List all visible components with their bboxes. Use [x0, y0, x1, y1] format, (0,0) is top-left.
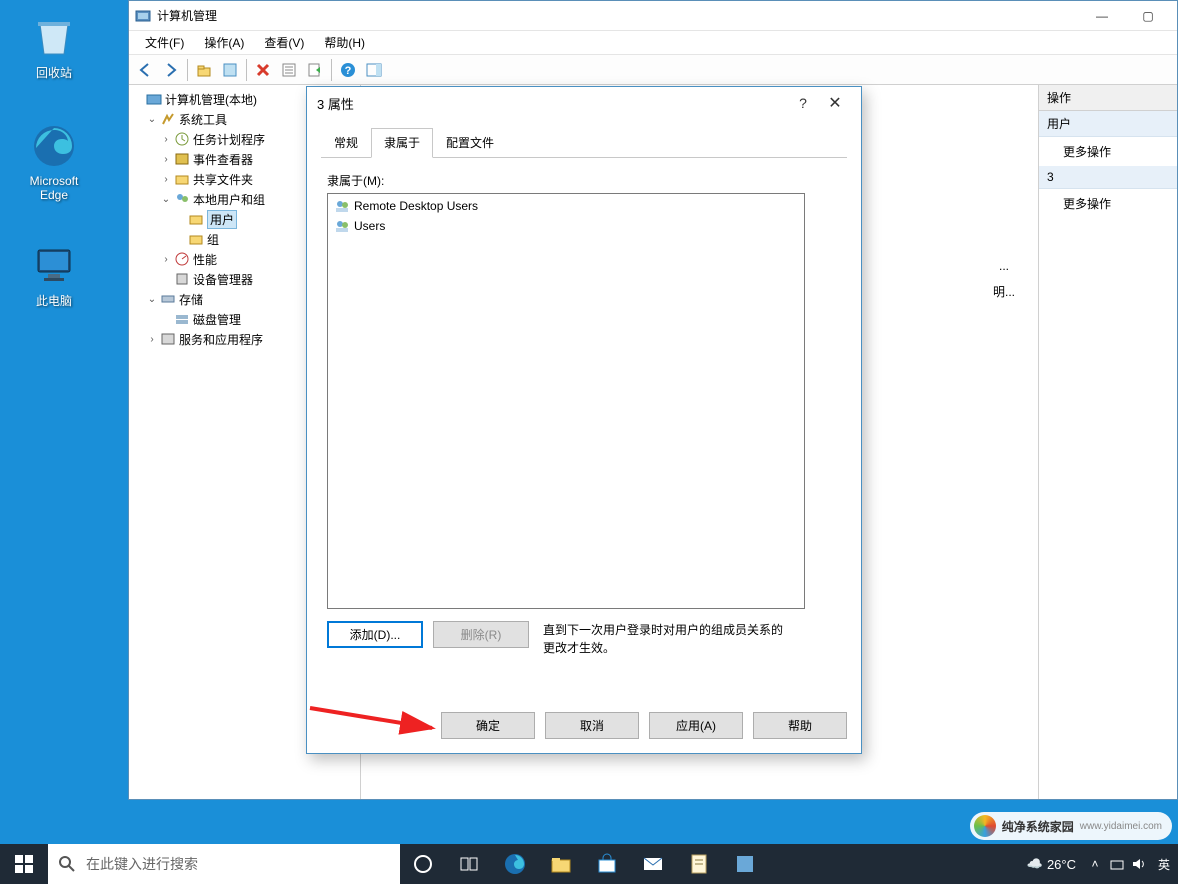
- taskbar-cortana[interactable]: [400, 844, 446, 884]
- tab-general[interactable]: 常规: [321, 128, 371, 158]
- taskbar-taskview[interactable]: [446, 844, 492, 884]
- tab-member-of[interactable]: 隶属于: [371, 128, 433, 158]
- dialog-help-button[interactable]: ?: [787, 95, 819, 111]
- list-item-label: Remote Desktop Users: [354, 199, 478, 213]
- taskbar-mail[interactable]: [630, 844, 676, 884]
- desktop-recycle-bin[interactable]: 回收站: [14, 12, 94, 81]
- menu-view[interactable]: 查看(V): [254, 32, 314, 53]
- recycle-bin-icon: [30, 12, 78, 60]
- svg-text:?: ?: [345, 65, 352, 77]
- taskbar-search[interactable]: 在此键入进行搜索: [48, 844, 400, 884]
- actions-more-1[interactable]: 更多操作: [1039, 137, 1177, 166]
- menu-file[interactable]: 文件(F): [135, 32, 194, 53]
- actions-header: 操作: [1039, 85, 1177, 111]
- start-button[interactable]: [0, 844, 48, 884]
- list-item[interactable]: Remote Desktop Users: [330, 196, 802, 216]
- mmc-title: 计算机管理: [157, 7, 1079, 24]
- monitor-icon: [30, 240, 78, 288]
- tab-profile[interactable]: 配置文件: [433, 128, 507, 158]
- toolbar-delete[interactable]: [251, 58, 275, 82]
- minimize-button[interactable]: —: [1079, 1, 1125, 31]
- desktop-label: 回收站: [14, 64, 94, 81]
- taskbar-explorer[interactable]: [538, 844, 584, 884]
- mmc-toolbar: ?: [129, 55, 1177, 85]
- apply-button[interactable]: 应用(A): [649, 712, 743, 739]
- toolbar-show-actions[interactable]: [362, 58, 386, 82]
- mmc-app-icon: [135, 8, 151, 24]
- search-icon: [58, 855, 76, 873]
- taskbar: 在此键入进行搜索 ☁️ 26°C ˄ 英: [0, 844, 1178, 884]
- watermark-url: www.yidaimei.com: [1080, 821, 1162, 832]
- clipped-text: ...: [999, 259, 1009, 273]
- toolbar-refresh-icon[interactable]: [277, 58, 301, 82]
- weather-icon: ☁️: [1027, 856, 1043, 872]
- mmc-actions-pane: 操作 用户 更多操作 3 更多操作: [1039, 85, 1177, 799]
- watermark-badge: 纯净系统家园 www.yidaimei.com: [970, 812, 1172, 840]
- watermark-name: 纯净系统家园: [1002, 818, 1074, 835]
- edge-icon: [30, 122, 78, 170]
- cancel-button[interactable]: 取消: [545, 712, 639, 739]
- ok-button[interactable]: 确定: [441, 712, 535, 739]
- tray-chevron-up-icon[interactable]: ˄: [1084, 844, 1106, 884]
- taskbar-edge[interactable]: [492, 844, 538, 884]
- properties-dialog: 3 属性 ? ✕ 常规 隶属于 配置文件 隶属于(M): Remote Desk…: [306, 86, 862, 754]
- toolbar-export-icon[interactable]: [303, 58, 327, 82]
- menu-help[interactable]: 帮助(H): [314, 32, 375, 53]
- tray-volume-icon[interactable]: [1128, 844, 1150, 884]
- tray-network-icon[interactable]: [1106, 844, 1128, 884]
- dialog-close-button[interactable]: ✕: [819, 93, 851, 113]
- dialog-titlebar[interactable]: 3 属性 ? ✕: [307, 87, 861, 119]
- desktop-this-pc[interactable]: 此电脑: [14, 240, 94, 309]
- menu-action[interactable]: 操作(A): [194, 32, 254, 53]
- dialog-tabs: 常规 隶属于 配置文件: [321, 127, 847, 158]
- maximize-button[interactable]: ▢: [1125, 1, 1171, 31]
- hint-text: 直到下一次用户登录时对用户的组成员关系的更改才生效。: [543, 621, 793, 657]
- windows-icon: [15, 855, 33, 873]
- tray-ime[interactable]: 英: [1150, 844, 1178, 884]
- taskbar-app[interactable]: [722, 844, 768, 884]
- group-icon: [334, 198, 350, 214]
- desktop-label: Edge: [14, 188, 94, 202]
- desktop-edge[interactable]: Microsoft Edge: [14, 122, 94, 202]
- group-icon: [334, 218, 350, 234]
- mmc-menubar: 文件(F) 操作(A) 查看(V) 帮助(H): [129, 31, 1177, 55]
- clipped-text: 明...: [993, 283, 1015, 300]
- help-button[interactable]: 帮助: [753, 712, 847, 739]
- toolbar-help[interactable]: ?: [336, 58, 360, 82]
- toolbar-properties[interactable]: [218, 58, 242, 82]
- taskbar-weather[interactable]: ☁️ 26°C: [1027, 856, 1076, 872]
- list-item-label: Users: [354, 219, 385, 233]
- toolbar-back[interactable]: [133, 58, 157, 82]
- add-button[interactable]: 添加(D)...: [327, 621, 423, 648]
- mmc-titlebar: 计算机管理 — ▢: [129, 1, 1177, 31]
- actions-more-2[interactable]: 更多操作: [1039, 189, 1177, 218]
- toolbar-forward[interactable]: [159, 58, 183, 82]
- taskbar-store[interactable]: [584, 844, 630, 884]
- watermark-logo-icon: [974, 815, 996, 837]
- weather-temp: 26°C: [1047, 857, 1076, 872]
- search-placeholder: 在此键入进行搜索: [86, 854, 198, 874]
- taskbar-notepad[interactable]: [676, 844, 722, 884]
- member-of-listbox[interactable]: Remote Desktop Users Users: [327, 193, 805, 609]
- toolbar-up[interactable]: [192, 58, 216, 82]
- actions-group-3[interactable]: 3: [1039, 166, 1177, 189]
- list-item[interactable]: Users: [330, 216, 802, 236]
- desktop-label: Microsoft: [14, 174, 94, 188]
- actions-group-users[interactable]: 用户: [1039, 111, 1177, 137]
- desktop-label: 此电脑: [14, 292, 94, 309]
- member-of-label: 隶属于(M):: [327, 172, 841, 189]
- dialog-title: 3 属性: [317, 94, 787, 113]
- remove-button[interactable]: 删除(R): [433, 621, 529, 648]
